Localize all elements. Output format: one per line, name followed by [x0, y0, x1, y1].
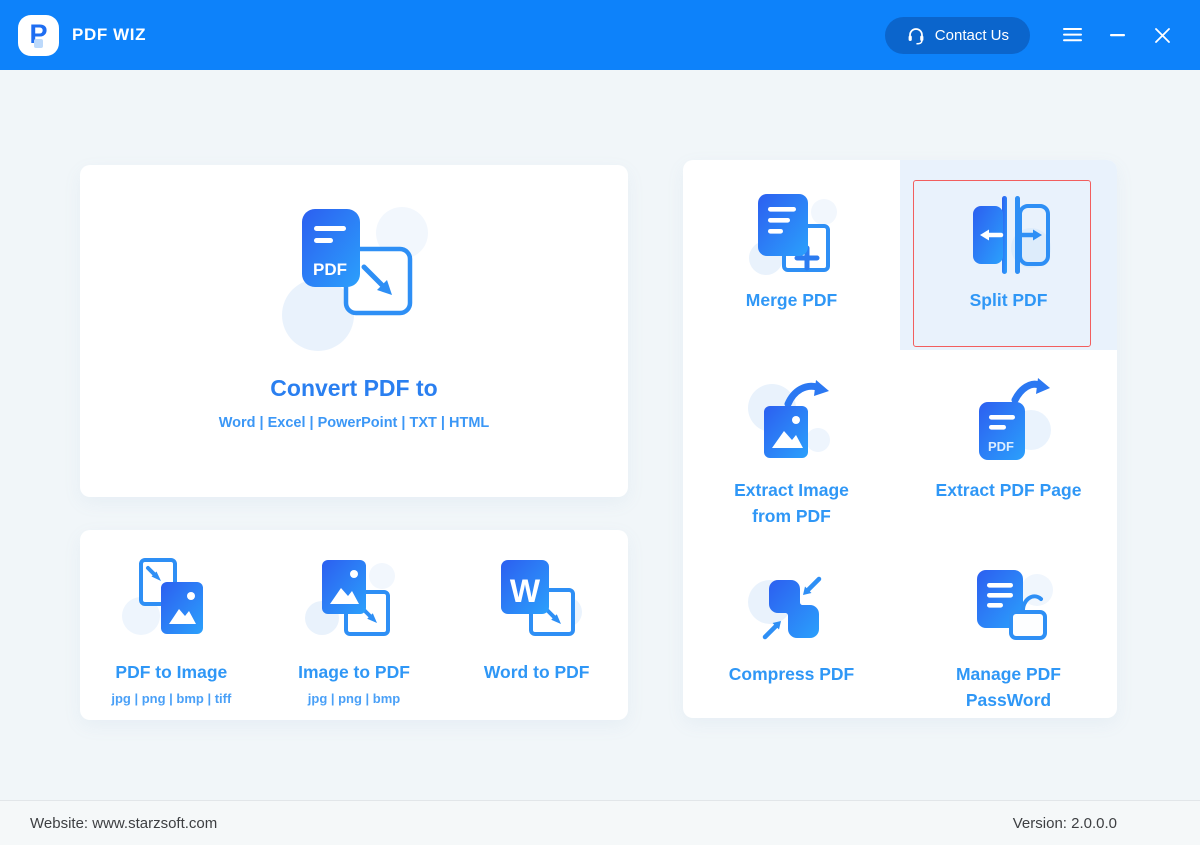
manage-password-item[interactable]: Manage PDF PassWord — [900, 534, 1117, 718]
extract-page-item[interactable]: PDF Extract PDF Page — [900, 350, 1117, 534]
manage-pdf-password-icon — [959, 562, 1059, 657]
pdf-to-image-formats: jpg | png | bmp | tiff — [111, 691, 231, 706]
word-to-pdf-label: Word to PDF — [484, 659, 590, 685]
hamburger-icon — [1063, 28, 1082, 42]
extract-image-icon — [742, 378, 842, 473]
app-logo-icon: P — [18, 15, 59, 56]
convert-pdf-icon: PDF — [274, 201, 434, 353]
convert-pdf-card[interactable]: PDF Convert PDF to Word | Excel | PowerP… — [80, 165, 628, 497]
extract-pdf-page-icon: PDF — [959, 378, 1059, 473]
image-to-pdf-label: Image to PDF — [298, 659, 410, 685]
quick-tools-card: PDF to Image jpg | png | bmp | tiff Imag… — [80, 530, 628, 720]
pdf-to-image-label: PDF to Image — [115, 659, 227, 685]
contact-us-button[interactable]: Contact Us — [885, 17, 1030, 54]
compress-pdf-label: Compress PDF — [729, 661, 854, 687]
minimize-icon — [1110, 34, 1125, 37]
minimize-button[interactable] — [1107, 25, 1127, 45]
merge-pdf-item[interactable]: Merge PDF — [683, 160, 900, 350]
extract-image-label: Extract Image from PDF — [726, 477, 858, 529]
split-pdf-item[interactable]: Split PDF — [900, 160, 1117, 350]
menu-button[interactable] — [1062, 25, 1082, 45]
close-icon — [1155, 28, 1170, 43]
image-to-pdf-formats: jpg | png | bmp — [308, 691, 400, 706]
svg-text:PDF: PDF — [988, 439, 1014, 454]
website-text: Website: www.starzsoft.com — [30, 815, 217, 832]
compress-pdf-icon — [742, 562, 842, 657]
close-button[interactable] — [1152, 25, 1172, 45]
extract-image-item[interactable]: Extract Image from PDF — [683, 350, 900, 534]
image-to-pdf-item[interactable]: Image to PDF jpg | png | bmp — [263, 530, 446, 720]
convert-pdf-title: Convert PDF to — [270, 375, 437, 402]
compress-pdf-item[interactable]: Compress PDF — [683, 534, 900, 718]
app-title: PDF WIZ — [72, 25, 146, 45]
merge-pdf-icon — [742, 188, 842, 283]
extract-page-label: Extract PDF Page — [936, 477, 1082, 503]
svg-text:PDF: PDF — [313, 260, 347, 279]
pdf-to-image-icon — [121, 554, 221, 649]
manage-password-label: Manage PDF PassWord — [943, 661, 1075, 713]
merge-pdf-label: Merge PDF — [746, 287, 837, 313]
convert-pdf-formats: Word | Excel | PowerPoint | TXT | HTML — [219, 415, 490, 431]
word-to-pdf-icon: W — [487, 554, 587, 649]
contact-us-label: Contact Us — [935, 27, 1009, 44]
headset-icon — [906, 25, 926, 45]
titlebar: P PDF WIZ Contact Us — [0, 0, 1200, 70]
word-to-pdf-item[interactable]: W Word to PDF — [445, 530, 628, 720]
svg-text:W: W — [510, 573, 541, 609]
statusbar: Website: www.starzsoft.com Version: 2.0.… — [0, 800, 1200, 845]
split-pdf-icon — [959, 188, 1059, 283]
image-to-pdf-icon — [304, 554, 404, 649]
version-text: Version: 2.0.0.0 — [1013, 815, 1117, 832]
split-pdf-label: Split PDF — [970, 287, 1048, 313]
tools-grid-card: Merge PDF Split PDF Extract Image from P… — [683, 160, 1117, 718]
pdf-to-image-item[interactable]: PDF to Image jpg | png | bmp | tiff — [80, 530, 263, 720]
